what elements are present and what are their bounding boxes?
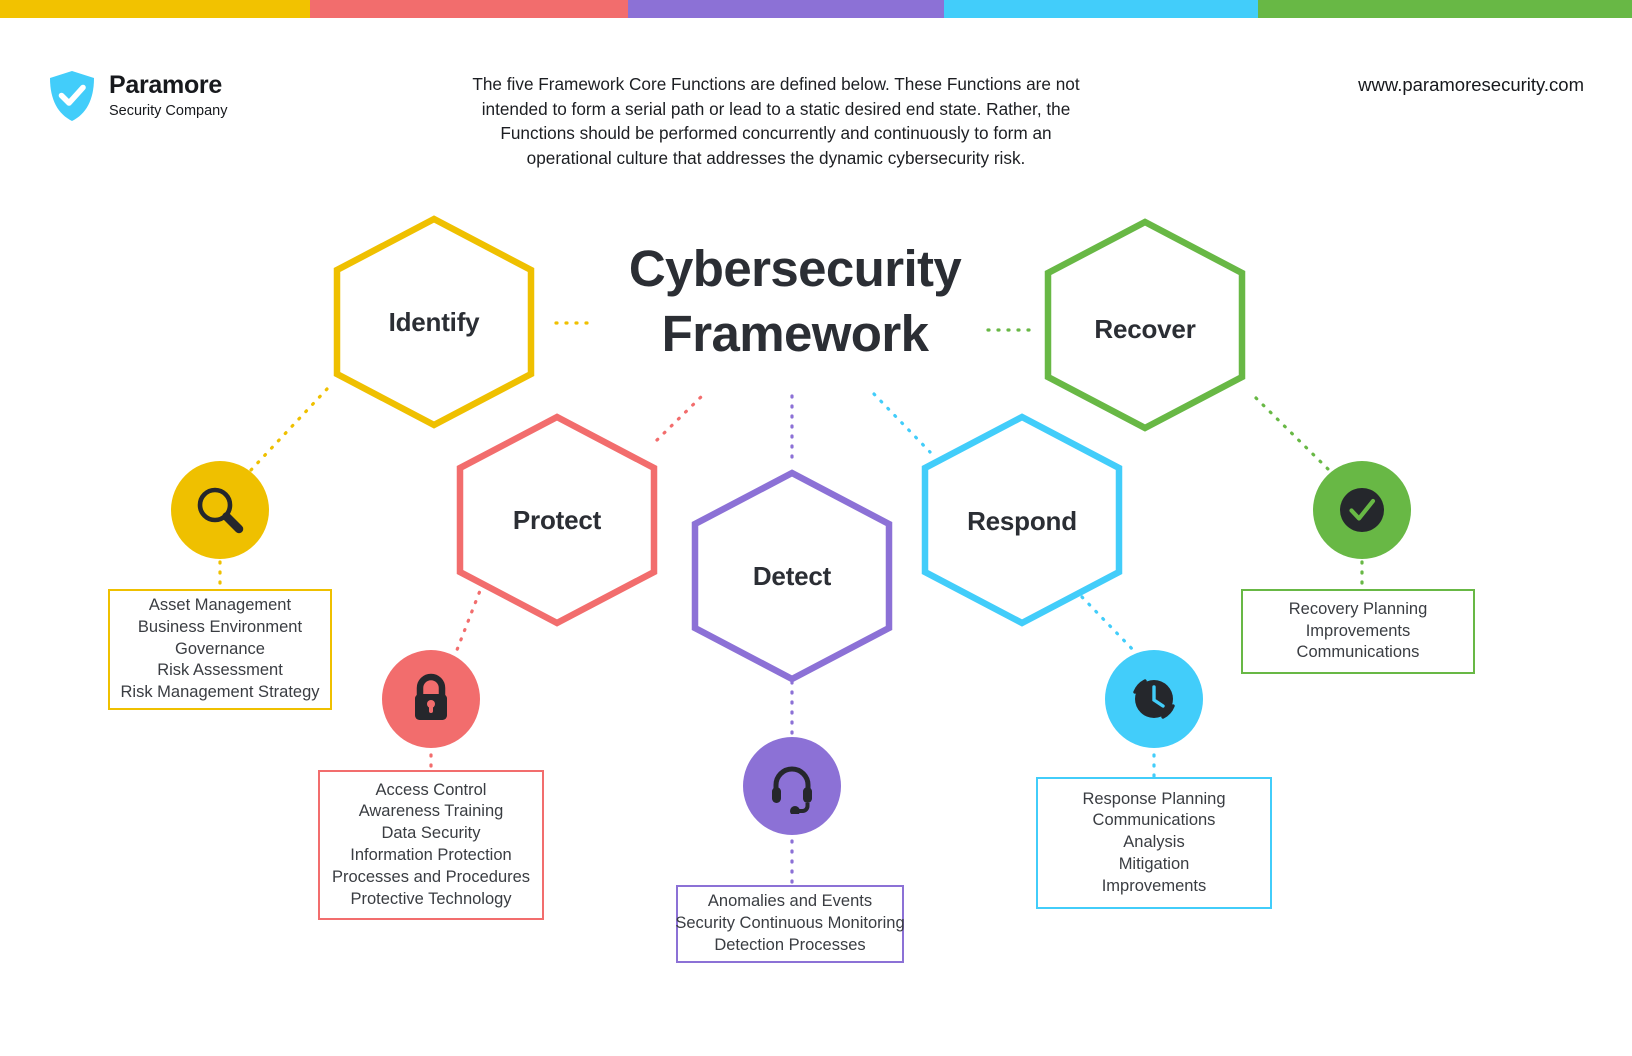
recover-icon-circle[interactable] xyxy=(1313,461,1411,559)
detail-item: Processes and Procedures xyxy=(331,867,531,886)
respond-icon-circle[interactable] xyxy=(1105,650,1203,748)
detail-item: Access Control xyxy=(375,780,487,799)
detail-item: Governance xyxy=(175,639,265,658)
detail-box-respond: Response Planning Communications Analysi… xyxy=(1036,777,1272,909)
connector-identify-icon xyxy=(249,387,329,472)
detail-item: Awareness Training xyxy=(358,802,504,821)
detail-item: Risk Assessment xyxy=(157,661,283,680)
detail-item: Recovery Planning xyxy=(1288,599,1428,618)
detail-item: Detection Processes xyxy=(714,935,866,954)
hexagon-label-protect: Protect xyxy=(512,505,602,535)
detail-item: Communications xyxy=(1296,643,1420,662)
clock-icon xyxy=(1133,679,1175,719)
detail-item: Improvements xyxy=(1305,621,1411,640)
connector-recover-icon xyxy=(1254,396,1332,473)
detail-item: Analysis xyxy=(1123,833,1185,852)
detail-item: Asset Management xyxy=(148,596,292,615)
detail-item: Information Protection xyxy=(350,846,512,864)
detail-item: Data Security xyxy=(381,824,481,843)
padlock-icon xyxy=(415,673,447,720)
detect-icon-circle[interactable] xyxy=(743,737,841,835)
connector-respond-icon xyxy=(1080,595,1140,657)
hexagon-label-identify: Identify xyxy=(388,307,480,337)
detail-box-identify: Asset Management Business Environment Go… xyxy=(108,589,332,710)
detail-item: Mitigation xyxy=(1118,854,1190,873)
hexagon-label-recover: Recover xyxy=(1094,314,1196,344)
hexagon-label-respond: Respond xyxy=(967,506,1077,536)
connector-protect-up xyxy=(655,393,705,442)
detail-box-recover: Recovery Planning Improvements Communica… xyxy=(1241,589,1475,674)
detail-box-protect: Access Control Awareness Training Data S… xyxy=(318,770,544,920)
detail-box-detect: Anomalies and Events Security Continuous… xyxy=(675,885,905,963)
detail-item: Protective Technology xyxy=(350,889,512,908)
hexagon-label-detect: Detect xyxy=(752,561,832,591)
protect-icon-circle[interactable] xyxy=(382,650,480,748)
detail-item: Communications xyxy=(1092,811,1216,830)
connector-respond-up xyxy=(872,392,932,454)
detail-item: Response Planning xyxy=(1082,789,1226,808)
detail-item: Anomalies and Events xyxy=(707,892,873,911)
detail-item: Improvements xyxy=(1101,876,1207,895)
detail-item: Business Environment xyxy=(137,617,303,636)
identify-icon-circle[interactable] xyxy=(171,461,269,559)
headset-icon xyxy=(772,766,812,814)
detail-item: Security Continuous Monitoring xyxy=(675,914,905,933)
check-circle-icon xyxy=(1340,488,1384,532)
detail-item: Risk Management Strategy xyxy=(120,683,320,702)
magnifier-icon xyxy=(197,487,244,534)
connector-protect-icon xyxy=(453,581,485,657)
